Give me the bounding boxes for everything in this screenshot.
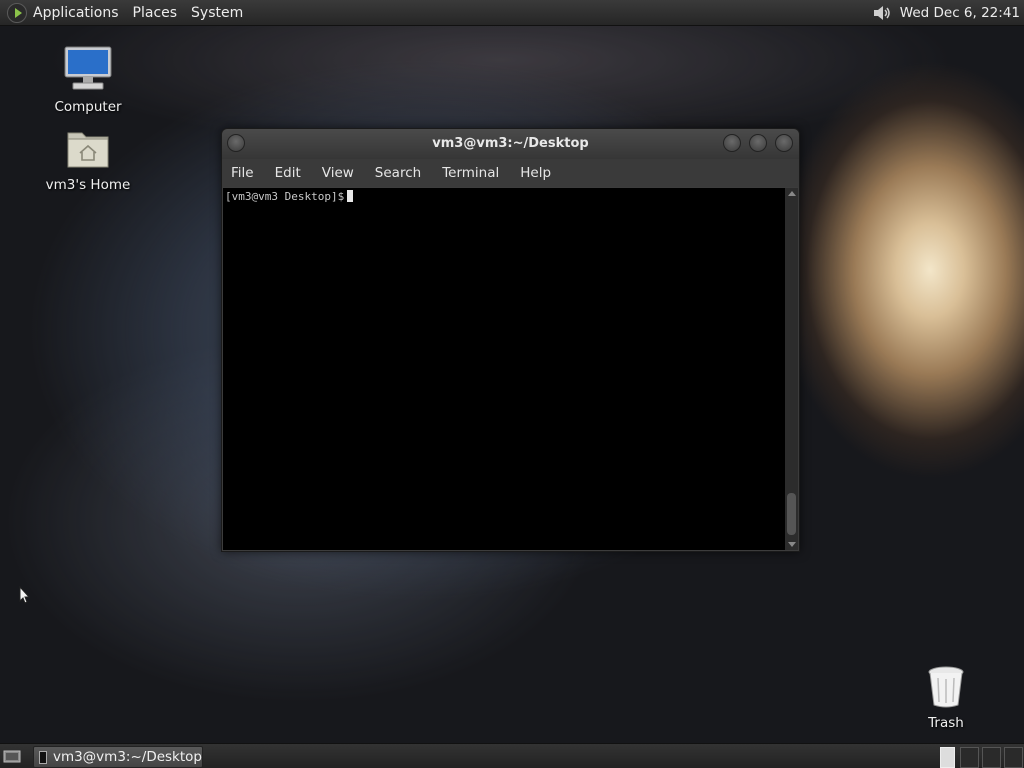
speaker-icon[interactable] <box>872 4 894 22</box>
trash-icon <box>928 666 964 708</box>
desktop-icon-label: Computer <box>54 99 122 115</box>
terminal-window[interactable]: vm3@vm3:~/Desktop File Edit View Search … <box>221 128 800 552</box>
scroll-up-icon[interactable] <box>788 191 796 196</box>
desktop-icon-home[interactable]: vm3's Home <box>38 127 138 193</box>
window-titlebar[interactable]: vm3@vm3:~/Desktop <box>222 129 799 159</box>
close-button[interactable] <box>775 134 793 152</box>
distro-logo-icon[interactable] <box>7 2 27 23</box>
menu-terminal[interactable]: Terminal <box>442 165 499 181</box>
workspace-4[interactable] <box>1004 747 1023 768</box>
system-menu[interactable]: System <box>191 5 243 21</box>
menu-search[interactable]: Search <box>375 165 421 181</box>
scrollbar-thumb[interactable] <box>787 493 796 535</box>
desktop-icon-label: vm3's Home <box>45 177 131 193</box>
desktop-icon-computer[interactable]: Computer <box>38 45 138 115</box>
clock[interactable]: Wed Dec 6, 22:41 <box>900 5 1020 21</box>
shell-prompt-line: [vm3@vm3 Desktop]$ <box>225 190 354 203</box>
window-title: vm3@vm3:~/Desktop <box>432 136 589 151</box>
workspace-1[interactable] <box>940 747 955 768</box>
menu-edit[interactable]: Edit <box>275 165 301 181</box>
taskbar-button-terminal[interactable]: vm3@vm3:~/Desktop <box>33 746 203 768</box>
mouse-pointer-icon <box>19 586 31 604</box>
desktop-icon-label: Trash <box>928 715 964 731</box>
bottom-panel: vm3@vm3:~/Desktop <box>0 743 1024 768</box>
top-panel: Applications Places System Wed Dec 6, 22… <box>0 0 1024 26</box>
home-folder-icon <box>67 132 109 168</box>
scroll-down-icon[interactable] <box>788 542 796 547</box>
taskbar-button-label: vm3@vm3:~/Desktop <box>52 749 202 765</box>
places-menu[interactable]: Places <box>133 5 178 21</box>
terminal-output[interactable]: [vm3@vm3 Desktop]$ <box>223 188 785 550</box>
menu-help[interactable]: Help <box>520 165 551 181</box>
show-desktop-icon[interactable] <box>3 748 21 764</box>
desktop-icon-trash[interactable]: Trash <box>896 665 996 731</box>
terminal-menubar: File Edit View Search Terminal Help <box>222 159 799 187</box>
workspace-3[interactable] <box>982 747 1001 768</box>
maximize-button[interactable] <box>749 134 767 152</box>
terminal-icon <box>39 750 47 764</box>
menu-view[interactable]: View <box>322 165 354 181</box>
workspace-2[interactable] <box>960 747 979 768</box>
terminal-scrollbar[interactable] <box>785 188 798 550</box>
computer-icon <box>64 46 112 90</box>
text-cursor <box>347 190 354 202</box>
minimize-button[interactable] <box>723 134 741 152</box>
applications-menu[interactable]: Applications <box>33 5 119 21</box>
shell-prompt: [vm3@vm3 Desktop]$ <box>225 190 345 203</box>
menu-file[interactable]: File <box>231 165 254 181</box>
